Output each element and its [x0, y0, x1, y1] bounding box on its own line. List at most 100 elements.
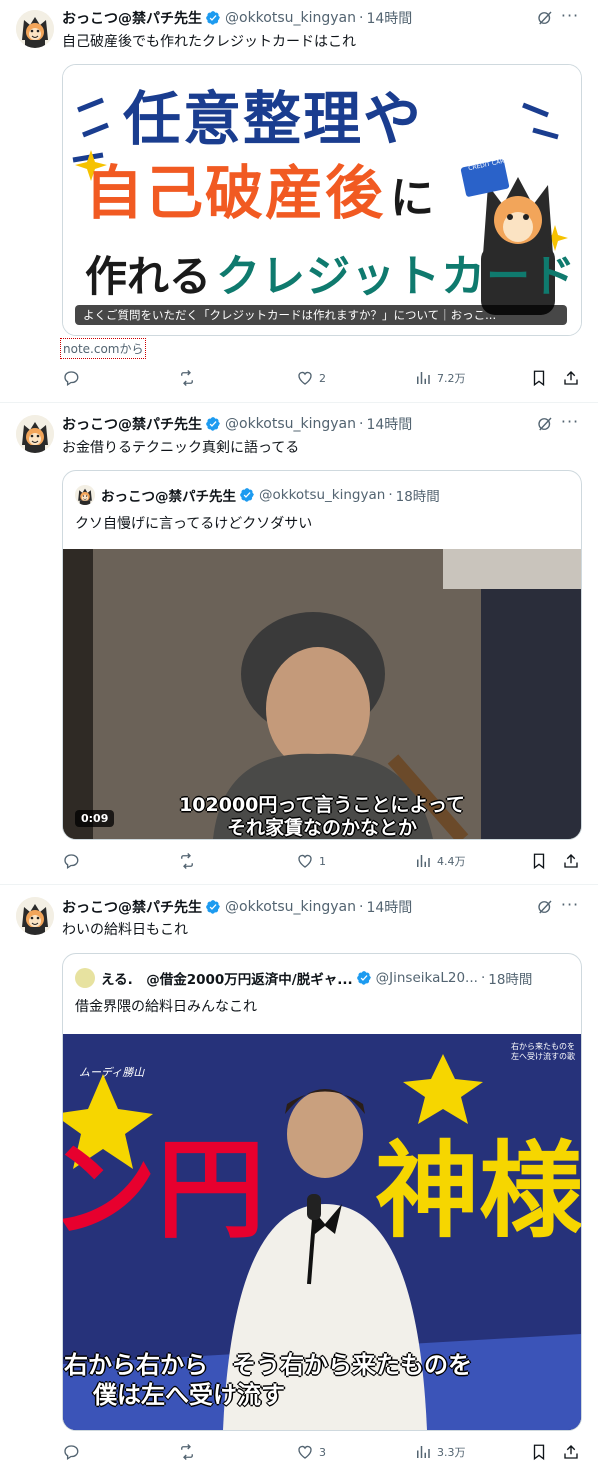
like-count: 1	[319, 854, 326, 868]
tweet-time[interactable]: 14時間	[366, 8, 412, 28]
quote-avatar	[75, 485, 95, 505]
views-button[interactable]: 3.3万	[414, 1442, 466, 1462]
views-count: 7.2万	[437, 372, 466, 385]
like-button[interactable]: 2	[296, 368, 326, 388]
card-caption[interactable]: よくご質問をいただく「クレジットカードは作れますか？」について｜おっこ...	[75, 305, 567, 325]
tweet-time[interactable]: 14時間	[366, 414, 412, 434]
image-corner-text: 右から来たものを左へ受け流すの歌	[511, 1042, 575, 1061]
share-button[interactable]	[562, 368, 580, 388]
quote-tweet[interactable]: える. @借金2000万円返済中/脱ギャ... @JinseikaL20... …	[62, 953, 582, 1431]
quote-avatar	[75, 968, 95, 988]
card-image: 任意整理や 自己破産後 に 作れる クレジットカード CREDIT CARD	[63, 65, 581, 335]
video-duration: 0:09	[75, 810, 115, 827]
reply-button[interactable]	[62, 1442, 85, 1462]
more-icon[interactable]: ···	[560, 414, 580, 433]
author-handle[interactable]: @okkotsu_kingyan	[225, 899, 356, 915]
quote-video[interactable]: 102000円って言うことによって それ家賃なのかなとか 0:09	[63, 549, 581, 839]
grok-icon[interactable]	[536, 9, 554, 27]
card-headline-1: 任意整理や	[123, 85, 424, 153]
link-source[interactable]: note.comから	[60, 338, 147, 359]
grok-icon[interactable]	[536, 415, 554, 433]
tweet-time[interactable]: 14時間	[366, 897, 412, 917]
verified-badge-icon	[205, 899, 221, 915]
tweet-header: おっこつ@禁パチ先生 @okkotsu_kingyan · 14時間	[62, 8, 412, 28]
tweet-text: わいの給料日もこれ	[62, 922, 188, 938]
tweet-actions: 3 3.3万	[62, 1442, 580, 1462]
author-name[interactable]: おっこつ@禁パチ先生	[62, 414, 202, 434]
tweet-actions: 2 7.2万	[62, 368, 580, 388]
reply-button[interactable]	[62, 851, 85, 871]
repost-button[interactable]	[178, 368, 201, 388]
image-watermark: ムーディ勝山	[79, 1066, 145, 1079]
reply-icon	[62, 852, 80, 870]
bookmark-button[interactable]	[530, 851, 548, 871]
image-big-text-left: ン円	[63, 1128, 266, 1253]
reply-icon	[62, 369, 80, 387]
card-headline-3a: 作れる	[85, 252, 212, 301]
verified-badge-icon	[205, 416, 221, 432]
author-avatar[interactable]	[16, 415, 54, 453]
share-button[interactable]	[562, 851, 580, 871]
quote-time: 18時間	[395, 489, 440, 505]
author-handle[interactable]: @okkotsu_kingyan	[225, 10, 356, 26]
separator-dot: ·	[359, 10, 364, 26]
bookmark-icon	[530, 852, 548, 870]
card-headline-2: 自己破産後	[85, 159, 386, 227]
tweet-actions: 1 4.4万	[62, 851, 580, 871]
quote-text: クソ自慢げに言ってるけどクソダサい	[75, 516, 313, 532]
video-subtitle-1: 102000円って言うことによって	[179, 794, 465, 816]
repost-icon	[178, 369, 196, 387]
author-handle[interactable]: @okkotsu_kingyan	[225, 416, 356, 432]
card-headline-2-suffix: に	[390, 173, 435, 224]
bookmark-icon	[530, 1443, 548, 1461]
quote-author-handle: @okkotsu_kingyan	[259, 487, 386, 503]
separator-dot: ·	[388, 487, 393, 503]
like-button[interactable]: 1	[296, 851, 326, 871]
card-headline-3b: クレジットカード	[216, 251, 577, 302]
tweet-2[interactable]: おっこつ@禁パチ先生 @okkotsu_kingyan · 14時間 ··· お…	[0, 403, 598, 883]
quote-tweet[interactable]: おっこつ@禁パチ先生 @okkotsu_kingyan · 18時間 クソ自慢げ…	[62, 470, 582, 840]
views-count: 4.4万	[437, 855, 466, 868]
image-subtitle-1: 右から右から そう右から来たものを	[64, 1351, 472, 1379]
link-card[interactable]: 任意整理や 自己破産後 に 作れる クレジットカード CREDIT CARD よ…	[62, 64, 582, 336]
repost-button[interactable]	[178, 851, 201, 871]
quote-time: 18時間	[488, 972, 533, 988]
bookmark-button[interactable]	[530, 1442, 548, 1462]
grok-icon[interactable]	[536, 898, 554, 916]
quote-image[interactable]: ムーディ勝山 右から来たものを左へ受け流すの歌 ン円 神様 右から右から そう右…	[63, 1034, 581, 1430]
share-icon	[562, 1443, 580, 1461]
views-count: 3.3万	[437, 1446, 466, 1459]
tweet-header: おっこつ@禁パチ先生 @okkotsu_kingyan · 14時間	[62, 414, 412, 434]
like-icon	[296, 1443, 314, 1461]
separator-dot: ·	[359, 416, 364, 432]
more-icon[interactable]: ···	[560, 8, 580, 27]
tweet-1[interactable]: おっこつ@禁パチ先生 @okkotsu_kingyan · 14時間 ··· 自…	[0, 0, 598, 400]
share-icon	[562, 852, 580, 870]
views-button[interactable]: 7.2万	[414, 368, 466, 388]
tweet-text: 自己破産後でも作れたクレジットカードはこれ	[62, 34, 356, 50]
like-count: 2	[319, 371, 326, 385]
share-button[interactable]	[562, 1442, 580, 1462]
more-icon[interactable]: ···	[560, 897, 580, 916]
author-avatar[interactable]	[16, 10, 54, 48]
views-button[interactable]: 4.4万	[414, 851, 466, 871]
verified-badge-icon	[205, 10, 221, 26]
repost-button[interactable]	[178, 1442, 201, 1462]
author-name[interactable]: おっこつ@禁パチ先生	[62, 897, 202, 917]
quote-author-handle: @JinseikaL20...	[375, 970, 478, 986]
author-name[interactable]: おっこつ@禁パチ先生	[62, 8, 202, 28]
bookmark-button[interactable]	[530, 368, 548, 388]
reply-button[interactable]	[62, 368, 85, 388]
quote-header: える. @借金2000万円返済中/脱ギャ... @JinseikaL20... …	[75, 968, 532, 988]
tweet-3[interactable]: おっこつ@禁パチ先生 @okkotsu_kingyan · 14時間 ··· わ…	[0, 885, 598, 1480]
repost-icon	[178, 852, 196, 870]
views-icon	[414, 369, 432, 387]
image-big-text-right: 神様	[375, 1130, 581, 1252]
image-subtitle-2: 僕は左へ受け流す	[93, 1381, 285, 1409]
quote-author-name: おっこつ@禁パチ先生	[101, 489, 236, 505]
quote-text: 借金界隈の給料日みんなこれ	[75, 999, 257, 1015]
like-count: 3	[319, 1445, 326, 1459]
like-button[interactable]: 3	[296, 1442, 326, 1462]
author-avatar[interactable]	[16, 897, 54, 935]
video-subtitle-2: それ家賃なのかなとか	[226, 817, 417, 839]
